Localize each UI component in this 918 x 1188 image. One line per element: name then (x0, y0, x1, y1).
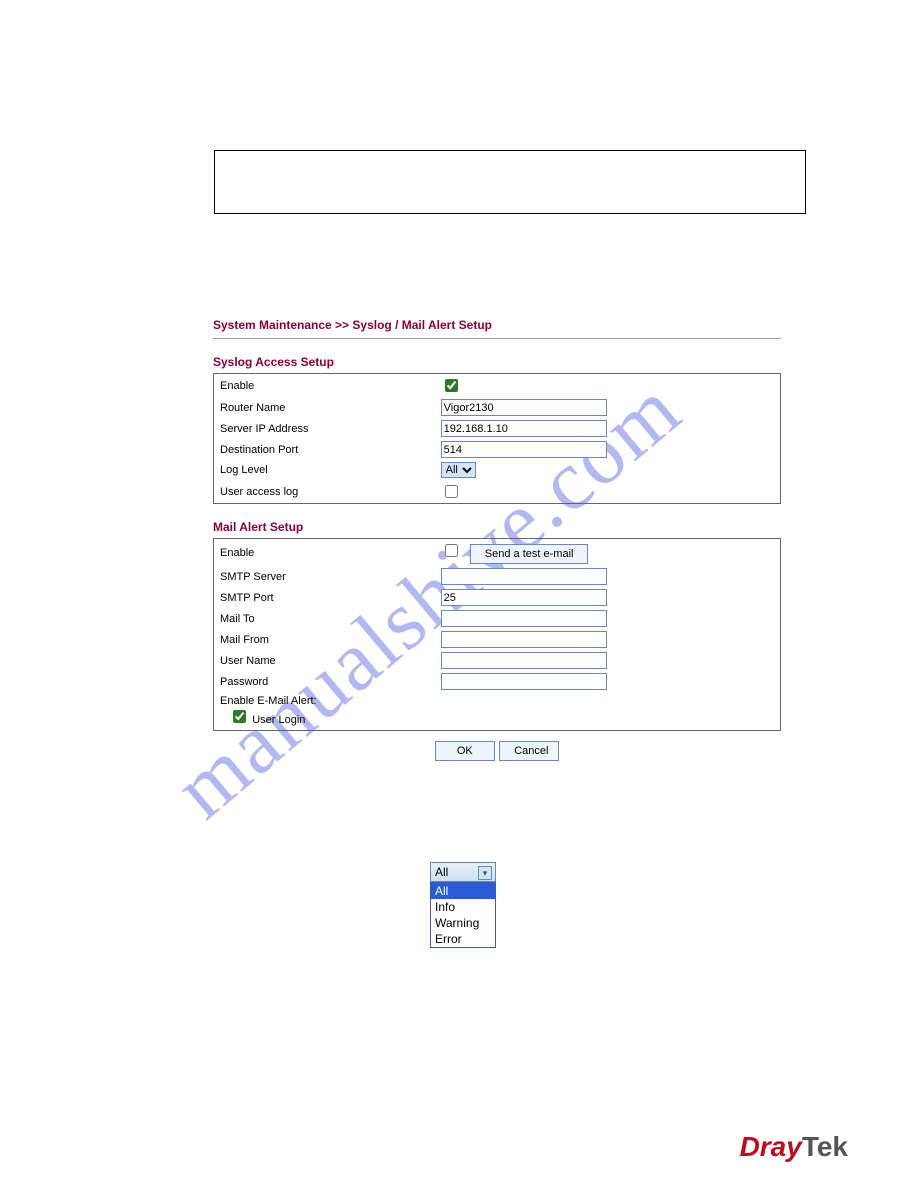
syslog-section-title: Syslog Access Setup (213, 355, 781, 369)
user-login-checkbox[interactable] (233, 710, 246, 723)
brand-dray: Dray (740, 1131, 802, 1162)
empty-note-box (214, 150, 806, 214)
smtp-server-label: SMTP Server (214, 566, 435, 587)
dropdown-selected[interactable]: All ▾ (430, 862, 496, 882)
send-test-email-button[interactable]: Send a test e-mail (470, 544, 589, 564)
router-name-label: Router Name (214, 397, 435, 418)
dropdown-option-warning[interactable]: Warning (431, 915, 495, 931)
server-ip-input[interactable] (441, 420, 607, 437)
enable-label: Enable (214, 374, 435, 398)
syslog-enable-checkbox[interactable] (445, 379, 458, 392)
mail-enable-label: Enable (214, 539, 435, 567)
dropdown-option-all[interactable]: All (431, 883, 495, 899)
mail-from-label: Mail From (214, 629, 435, 650)
password-label: Password (214, 671, 435, 692)
user-access-log-label: User access log (214, 480, 435, 504)
mail-to-input[interactable] (441, 610, 607, 627)
log-level-dropdown-expanded: All ▾ All Info Warning Error (430, 862, 496, 948)
syslog-table: Enable Router Name Server IP Address Des… (213, 373, 781, 504)
divider (213, 338, 781, 339)
cancel-button[interactable]: Cancel (499, 741, 559, 761)
breadcrumb: System Maintenance >> Syslog / Mail Aler… (213, 318, 781, 332)
user-login-label: User Login (252, 714, 305, 726)
password-input[interactable] (441, 673, 607, 690)
mail-enable-checkbox[interactable] (445, 544, 458, 557)
mail-from-input[interactable] (441, 631, 607, 648)
user-name-label: User Name (214, 650, 435, 671)
brand-logo: DrayTek (740, 1131, 848, 1163)
user-name-input[interactable] (441, 652, 607, 669)
log-level-select[interactable]: All (441, 462, 476, 478)
dropdown-list: All Info Warning Error (430, 882, 496, 948)
mail-to-label: Mail To (214, 608, 435, 629)
smtp-server-input[interactable] (441, 568, 607, 585)
router-name-input[interactable] (441, 399, 607, 416)
brand-tek: Tek (802, 1131, 848, 1162)
server-ip-label: Server IP Address (214, 418, 435, 439)
dropdown-option-info[interactable]: Info (431, 899, 495, 915)
chevron-down-icon: ▾ (478, 866, 492, 880)
mail-table: Enable Send a test e-mail SMTP Server SM… (213, 538, 781, 731)
smtp-port-label: SMTP Port (214, 587, 435, 608)
mail-section-title: Mail Alert Setup (213, 520, 781, 534)
dest-port-input[interactable] (441, 441, 607, 458)
user-access-log-checkbox[interactable] (445, 485, 458, 498)
log-level-label: Log Level (214, 460, 435, 480)
smtp-port-input[interactable] (441, 589, 607, 606)
ok-button[interactable]: OK (435, 741, 495, 761)
router-config-screenshot: System Maintenance >> Syslog / Mail Aler… (213, 318, 781, 761)
dropdown-option-error[interactable]: Error (431, 931, 495, 947)
dest-port-label: Destination Port (214, 439, 435, 460)
dropdown-selected-text: All (435, 865, 448, 879)
enable-email-alert-label: Enable E-Mail Alert: (220, 695, 317, 707)
